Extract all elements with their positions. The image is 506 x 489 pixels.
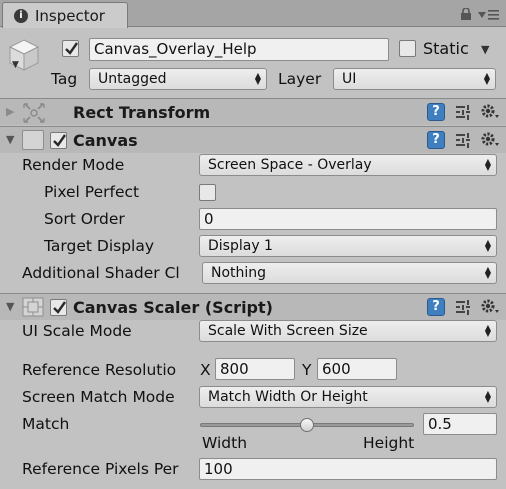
gear-icon[interactable] (480, 103, 500, 121)
reference-pixels-per-unit-field[interactable]: 100 (199, 458, 497, 480)
match-height-label: Height (363, 434, 415, 452)
info-icon: i (14, 9, 28, 23)
rect-transform-header[interactable]: ▶ Rect Transform ? (0, 98, 506, 125)
help-icon[interactable]: ? (427, 298, 445, 316)
checkmark-icon (53, 134, 66, 147)
checkmark-icon (65, 42, 78, 55)
lock-icon[interactable] (460, 8, 472, 20)
ref-res-y-label[interactable]: Y (302, 361, 311, 379)
rect-transform-title: Rect Transform (73, 103, 211, 122)
gear-icon[interactable] (480, 131, 500, 149)
preset-icon[interactable] (455, 299, 471, 315)
icon-picker-arrow-icon[interactable]: ▼ (12, 60, 19, 70)
render-mode-value: Screen Space - Overlay (208, 157, 372, 173)
tab-menu-icon[interactable] (478, 9, 500, 21)
dropdown-arrow-icon: ▲ ▼ (484, 389, 491, 404)
match-width-label: Width (202, 434, 248, 452)
tag-value: Untagged (98, 71, 167, 87)
canvas-scaler-title: Canvas Scaler (Script) (73, 298, 273, 317)
target-display-dropdown[interactable]: Display 1 ▲ ▼ (199, 235, 497, 257)
layer-label: Layer (278, 70, 322, 88)
tag-dropdown[interactable]: Untagged ▲ ▼ (89, 68, 267, 90)
static-label: Static (423, 39, 469, 58)
canvas-component-icon (22, 130, 44, 150)
inspector-tab-label: Inspector (35, 7, 105, 25)
shader-channels-label: Additional Shader Cl (22, 264, 180, 282)
pixel-perfect-label: Pixel Perfect (44, 183, 140, 201)
help-icon[interactable]: ? (427, 103, 445, 121)
preset-icon[interactable] (455, 132, 471, 148)
canvas-scaler-enabled-checkbox[interactable] (50, 299, 67, 316)
reference-pixels-per-unit-label: Reference Pixels Per (22, 460, 179, 478)
match-label: Match (22, 415, 70, 433)
sort-order-field[interactable]: 0 (199, 208, 497, 230)
shader-channels-value: Nothing (211, 265, 267, 281)
checkmark-icon (53, 301, 66, 314)
match-slider-thumb[interactable] (300, 418, 314, 432)
screen-match-mode-label: Screen Match Mode (22, 388, 175, 406)
static-checkbox[interactable] (399, 40, 416, 57)
match-value-field[interactable]: 0.5 (423, 413, 497, 435)
inspector-tab-bar: i Inspector (0, 0, 506, 28)
render-mode-label: Render Mode (22, 156, 125, 174)
help-icon[interactable]: ? (427, 131, 445, 149)
screen-match-mode-dropdown[interactable]: Match Width Or Height ▲ ▼ (199, 386, 497, 408)
rect-transform-icon (23, 103, 45, 123)
canvas-scaler-header[interactable]: ▼ Canvas Scaler (Script) ? (0, 293, 506, 320)
ref-res-x-field[interactable]: 800 (215, 358, 295, 380)
dropdown-arrow-icon: ▲ ▼ (483, 71, 490, 86)
inspector-tab[interactable]: i Inspector (2, 2, 128, 28)
sort-order-label: Sort Order (44, 210, 125, 228)
reference-resolution-label: Reference Resolutio (22, 361, 177, 379)
shader-channels-dropdown[interactable]: Nothing ▲ ▼ (202, 262, 497, 284)
tag-label: Tag (51, 70, 78, 88)
foldout-expanded-icon[interactable]: ▼ (6, 133, 14, 146)
dropdown-arrow-icon: ▲ ▼ (254, 71, 261, 86)
target-display-value: Display 1 (208, 238, 273, 254)
screen-match-mode-value: Match Width Or Height (208, 389, 368, 405)
ui-scale-mode-dropdown[interactable]: Scale With Screen Size ▲ ▼ (199, 320, 497, 342)
canvas-header[interactable]: ▼ Canvas ? (0, 126, 506, 153)
gameobject-name-field[interactable]: Canvas_Overlay_Help (89, 38, 389, 61)
dropdown-arrow-icon: ▲ ▼ (484, 238, 491, 253)
foldout-expanded-icon[interactable]: ▼ (6, 300, 14, 313)
canvas-title: Canvas (73, 131, 138, 150)
ui-scale-mode-label: UI Scale Mode (22, 322, 132, 340)
canvas-scaler-icon (22, 297, 44, 317)
static-dropdown-arrow-icon[interactable]: ▼ (481, 43, 489, 56)
preset-icon[interactable] (455, 104, 471, 120)
ref-res-x-label[interactable]: X (200, 361, 211, 379)
ref-res-y-field[interactable]: 600 (317, 358, 397, 380)
ui-scale-mode-value: Scale With Screen Size (208, 323, 368, 339)
canvas-enabled-checkbox[interactable] (50, 132, 67, 149)
target-display-label: Target Display (44, 237, 155, 255)
layer-value: UI (342, 71, 357, 87)
pixel-perfect-checkbox[interactable] (199, 184, 216, 201)
foldout-collapsed-icon[interactable]: ▶ (6, 105, 14, 118)
layer-dropdown[interactable]: UI ▲ ▼ (333, 68, 496, 90)
gear-icon[interactable] (480, 298, 500, 316)
dropdown-arrow-icon: ▲ ▼ (484, 323, 491, 338)
dropdown-arrow-icon: ▲ ▼ (484, 157, 491, 172)
dropdown-arrow-icon: ▲ ▼ (484, 265, 491, 280)
gameobject-active-checkbox[interactable] (62, 40, 79, 57)
render-mode-dropdown[interactable]: Screen Space - Overlay ▲ ▼ (199, 154, 497, 176)
